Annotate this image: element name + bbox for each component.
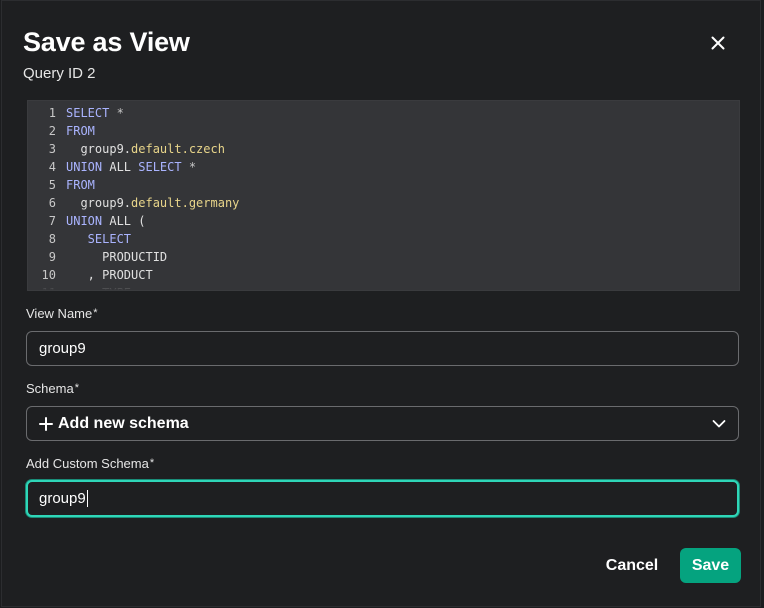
code-token: default.czech — [131, 142, 225, 156]
code-token: default.germany — [131, 196, 240, 210]
code-text: FROM — [56, 176, 95, 194]
code-token: UNION — [66, 214, 103, 228]
code-token: * — [181, 160, 197, 174]
code-line: 8 SELECT — [28, 230, 131, 248]
schema-selected-value: Add new schema — [58, 415, 189, 432]
code-text: group9.default.czech — [56, 140, 225, 158]
code-line: 6 group9.default.germany — [28, 194, 240, 212]
code-token: group9. — [66, 142, 132, 156]
view-name-label: View Name* — [26, 306, 98, 321]
code-token: SELECT — [138, 160, 182, 174]
plus-icon — [39, 416, 53, 431]
code-text: UNION ALL ( — [56, 212, 145, 230]
line-number: 5 — [48, 178, 56, 192]
close-button[interactable] — [704, 29, 732, 57]
code-token: ALL ( — [102, 214, 146, 228]
close-icon — [711, 36, 725, 50]
code-line: 7 UNION ALL ( — [28, 212, 146, 230]
line-number: 7 — [48, 214, 56, 228]
code-line: 4 UNION ALL SELECT * — [28, 158, 196, 176]
code-token: * — [109, 106, 124, 120]
code-token: PRODUCTID — [66, 250, 168, 264]
query-id-subtitle: Query ID 2 — [23, 65, 96, 82]
schema-label: Schema* — [26, 381, 79, 396]
view-name-input[interactable]: group9 — [26, 331, 739, 366]
code-text: PRODUCTID — [56, 248, 167, 266]
line-number: 3 — [48, 142, 56, 156]
line-number: 2 — [48, 124, 56, 138]
code-line: 1 SELECT * — [28, 104, 124, 122]
line-number: 6 — [48, 196, 56, 210]
code-line: 3 group9.default.czech — [28, 140, 225, 158]
line-number: 9 — [48, 250, 56, 264]
schema-select[interactable]: Add new schema — [26, 406, 739, 441]
text-cursor — [86, 489, 88, 507]
code-fade — [28, 280, 739, 290]
code-text: FROM — [56, 122, 95, 140]
cancel-button[interactable]: Cancel — [596, 548, 668, 583]
chevron-down-icon — [712, 419, 726, 427]
code-token: SELECT — [66, 232, 132, 246]
code-token: group9. — [66, 196, 132, 210]
line-number: 8 — [48, 232, 56, 246]
code-text: SELECT — [56, 230, 131, 248]
custom-schema-label: Add Custom Schema* — [26, 456, 155, 471]
code-text: SELECT * — [56, 104, 124, 122]
dialog-title: Save as View — [23, 27, 190, 57]
line-number: 4 — [48, 160, 56, 174]
code-line: 2 FROM — [28, 122, 95, 140]
code-token: ALL — [102, 160, 139, 174]
code-token: FROM — [66, 124, 95, 138]
code-line: 5 FROM — [28, 176, 95, 194]
code-token: SELECT — [66, 106, 110, 120]
code-line: 9 PRODUCTID — [28, 248, 167, 266]
sql-code-editor[interactable]: 1 SELECT * 2 FROM 3 group9.default.czech 4 UNI… — [27, 100, 740, 291]
save-button[interactable]: Save — [680, 548, 741, 583]
custom-schema-input[interactable]: group9 — [26, 480, 739, 517]
code-text: UNION ALL SELECT * — [56, 158, 196, 176]
code-token: FROM — [66, 178, 95, 192]
code-token: UNION — [66, 160, 103, 174]
code-text: group9.default.germany — [56, 194, 239, 212]
line-number: 1 — [48, 106, 56, 120]
save-as-view-dialog: Save as View Query ID 2 1 SELECT * 2 FROM 3 … — [1, 0, 761, 607]
